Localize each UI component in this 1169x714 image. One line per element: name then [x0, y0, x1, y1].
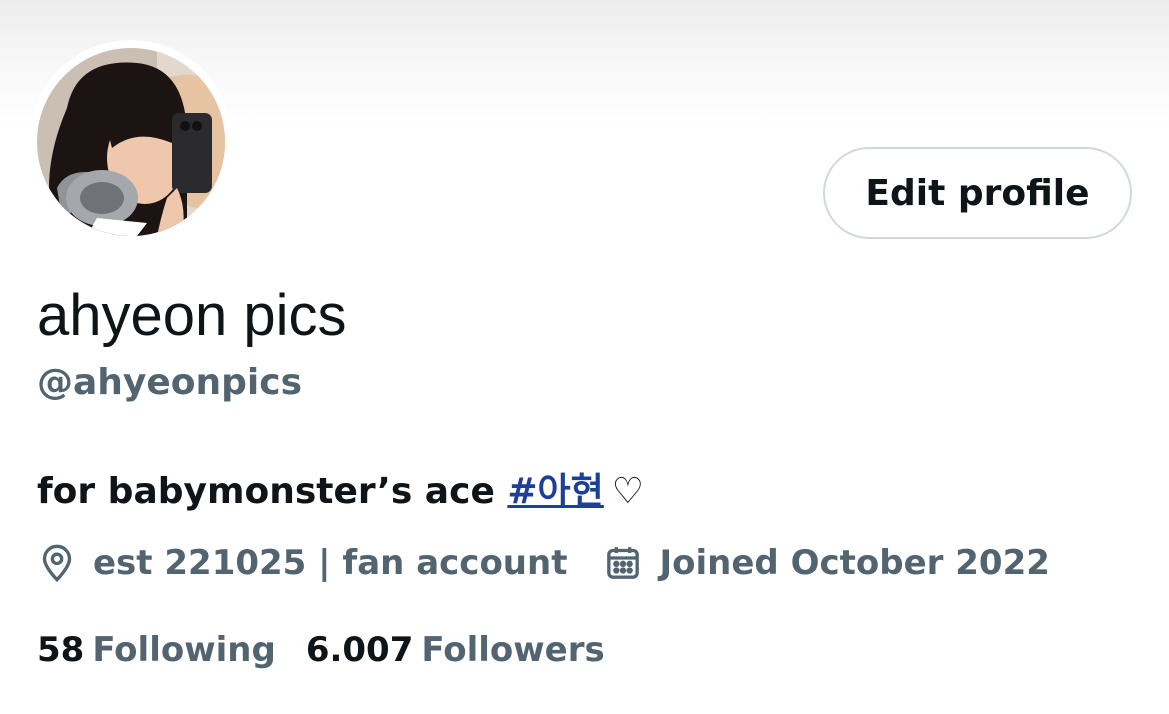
- avatar[interactable]: [37, 48, 225, 236]
- location-text: est 221025 | fan account: [93, 543, 568, 583]
- following-count: 58: [37, 630, 85, 670]
- following-link[interactable]: 58 Following: [37, 630, 276, 670]
- calendar-icon: [607, 547, 640, 579]
- username-handle: @ahyeonpics: [37, 362, 303, 403]
- follow-stats: 58 Following 6.007 Followers: [37, 630, 605, 670]
- display-name: ahyeon pics: [37, 283, 347, 348]
- location-item: est 221025 | fan account: [37, 543, 567, 583]
- followers-link[interactable]: 6.007 Followers: [306, 630, 605, 670]
- followers-count: 6.007: [305, 630, 414, 670]
- location-pin-icon: [42, 544, 72, 583]
- following-label: Following: [92, 630, 276, 670]
- bio-text: for babymonster’s ace: [37, 471, 508, 512]
- joined-item: Joined October 2022: [603, 543, 1050, 583]
- profile-meta: est 221025 | fan account Joined October …: [37, 543, 1050, 583]
- bio-hashtag-link[interactable]: #아현: [507, 471, 603, 512]
- bio: for babymonster’s ace #아현 ♡: [37, 462, 644, 514]
- edit-profile-button[interactable]: Edit profile: [823, 147, 1132, 239]
- joined-text: Joined October 2022: [659, 543, 1050, 583]
- followers-label: Followers: [421, 630, 605, 670]
- bio-heart: ♡: [611, 471, 645, 512]
